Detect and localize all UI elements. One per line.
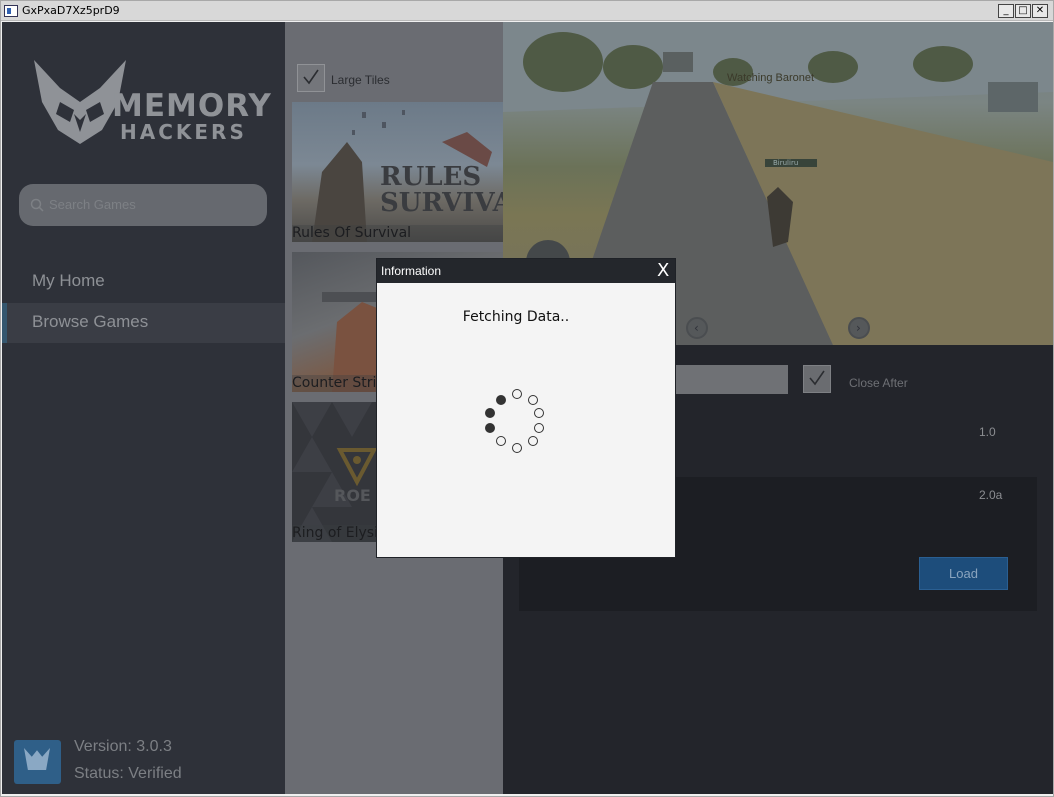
spinner-dot bbox=[528, 436, 538, 446]
dialog-title-bar: Information X bbox=[377, 259, 675, 283]
logo-word-memory: MEMORY bbox=[112, 88, 272, 124]
search-placeholder: Search Games bbox=[49, 197, 136, 212]
app-icon bbox=[4, 5, 18, 17]
hud-player-tag: Biruliru bbox=[765, 159, 817, 167]
nav-browse-games-label: Browse Games bbox=[32, 312, 149, 331]
version-text: Version: 3.0.3 bbox=[74, 738, 172, 755]
spinner-dot-active bbox=[485, 423, 495, 433]
close-window-button[interactable]: ✕ bbox=[1032, 4, 1048, 18]
spinner-dot bbox=[528, 395, 538, 405]
spinner-dot bbox=[534, 408, 544, 418]
hud-watching-text: Watching Baronet bbox=[727, 72, 815, 84]
game-tile-name: Rules Of Survival bbox=[292, 225, 504, 242]
dialog-title: Information bbox=[381, 264, 442, 278]
nav-my-home-label: My Home bbox=[32, 271, 105, 290]
sidebar: MEMORY HACKERS Search Games My Home Brow… bbox=[2, 22, 285, 794]
title-bar: GxPxaD7Xz5prD9 _ □ ✕ bbox=[1, 1, 1053, 21]
hud-next-icon: › bbox=[848, 317, 870, 339]
app-window: GxPxaD7Xz5prD9 _ □ ✕ MEMORY HACKERS Sear… bbox=[0, 0, 1054, 797]
ring-of-elysium-art-text: ROE bbox=[334, 486, 371, 505]
spinner-dot bbox=[512, 389, 522, 399]
information-dialog: Information X Fetching Data.. bbox=[376, 258, 676, 558]
spinner-dot bbox=[534, 423, 544, 433]
minimize-button[interactable]: _ bbox=[998, 4, 1014, 18]
dialog-message: Fetching Data.. bbox=[462, 309, 570, 325]
nav-browse-games[interactable]: Browse Games bbox=[2, 303, 285, 343]
game-tile-rules-of-survival[interactable]: RULESSURVIVAL Rules Of Survival bbox=[292, 102, 504, 242]
maximize-button[interactable]: □ bbox=[1015, 4, 1031, 18]
search-games-input[interactable]: Search Games bbox=[19, 184, 267, 226]
loading-spinner-icon bbox=[481, 389, 553, 461]
search-icon bbox=[30, 198, 44, 212]
window-title: GxPxaD7Xz5prD9 bbox=[22, 4, 120, 17]
app-badge-icon bbox=[14, 740, 61, 784]
large-tiles-label: Large Tiles bbox=[331, 73, 390, 87]
checkmark-icon bbox=[809, 370, 825, 386]
checkmark-icon bbox=[303, 69, 319, 85]
load-button[interactable]: Load bbox=[919, 557, 1008, 590]
large-tiles-checkbox[interactable] bbox=[297, 64, 325, 92]
spinner-dot bbox=[512, 443, 522, 453]
spinner-dot bbox=[496, 436, 506, 446]
close-after-checkbox[interactable] bbox=[803, 365, 831, 393]
version-value-1: 1.0 bbox=[979, 425, 996, 439]
spinner-dot-active bbox=[485, 408, 495, 418]
memory-hackers-logo: MEMORY HACKERS bbox=[30, 58, 271, 148]
rules-of-survival-art-text: RULESSURVIVAL bbox=[380, 162, 504, 218]
nav-my-home[interactable]: My Home bbox=[2, 262, 285, 302]
close-after-label: Close After bbox=[849, 376, 908, 390]
status-text: Status: Verified bbox=[74, 765, 182, 782]
spinner-dot-active bbox=[496, 395, 506, 405]
version-value-2: 2.0a bbox=[979, 488, 1003, 502]
logo-word-hackers: HACKERS bbox=[120, 120, 247, 144]
app-client-area: MEMORY HACKERS Search Games My Home Brow… bbox=[2, 22, 1053, 794]
dialog-close-button[interactable]: X bbox=[657, 260, 669, 282]
hud-prev-icon: ‹ bbox=[686, 317, 708, 339]
